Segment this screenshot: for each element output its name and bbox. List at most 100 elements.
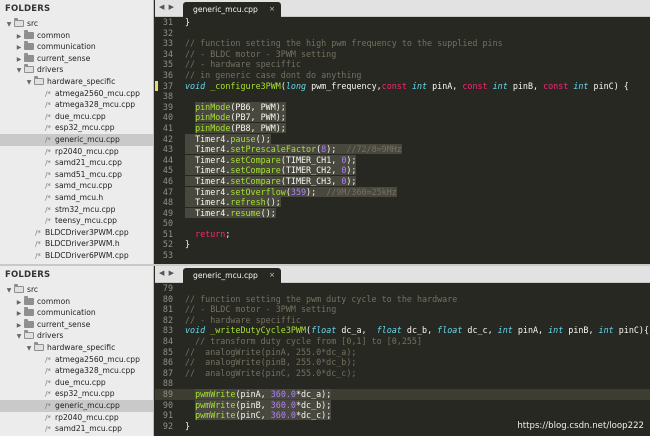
tree-item[interactable]: ▶ current_sense <box>0 52 153 65</box>
code-area-top[interactable]: 31} 32 33// function setting the high pwm … <box>155 17 650 264</box>
tree-item-label: samd_mcu.cpp <box>55 181 113 191</box>
tree-item[interactable]: /* generic_mcu.cpp <box>0 133 153 146</box>
tree-item-label: src <box>27 19 39 28</box>
tree-item[interactable]: /* samd51_mcu.cpp <box>0 169 153 181</box>
code-line[interactable]: 39 pinMode(PB6, PWM); <box>155 101 650 113</box>
tab-nav-arrows-icon[interactable]: ◀ ▶ <box>159 269 175 277</box>
code-line[interactable]: 81 // - BLDC motor - 3PWM setting <box>155 304 650 315</box>
code-line[interactable]: 38 <box>155 91 650 102</box>
tree-item[interactable]: /* samd21_mcu.cpp <box>0 157 153 169</box>
tree-item[interactable]: ▶ common <box>0 29 153 42</box>
code-line[interactable]: 79 <box>155 283 650 294</box>
tree-item-label: communication <box>37 42 96 52</box>
code-line[interactable]: 41 pinMode(PB8, PWM); <box>155 122 650 134</box>
tree-item[interactable]: /* BLDCDriver3PWM.h <box>0 238 153 250</box>
code-line[interactable]: 31} <box>155 17 650 28</box>
code-line[interactable]: 87 // analogWrite(pinC, 255.0*dc_c); <box>155 368 650 379</box>
tree-item[interactable]: ▶ communication <box>0 307 153 319</box>
tree-item[interactable]: ▼ src <box>0 18 153 30</box>
tree-item-label: samd_mcu.h <box>55 192 104 202</box>
code-token: pinC){ <box>613 325 649 336</box>
code-token: Timer4. <box>185 186 231 197</box>
code-token: ); <box>326 144 347 155</box>
tree-item-label: hardware_specific <box>47 342 116 352</box>
tree-item[interactable]: /* stm32_mcu.cpp <box>0 204 153 216</box>
code-line[interactable]: 88 <box>155 378 650 389</box>
code-token: const <box>462 80 488 91</box>
code-line[interactable]: 89 pwmWrite(pinA, 360.0*dc_a); <box>155 388 650 400</box>
code-line[interactable]: 44 Timer4.setCompare(TIMER_CH1, 0); <box>155 154 650 166</box>
code-line[interactable]: 83 void _writeDutyCycle3PWM(float dc_a, f… <box>155 325 650 336</box>
tree-item-label: teensy_mcu.cpp <box>55 216 117 226</box>
folder-icon <box>14 18 24 27</box>
code-line[interactable]: 48 Timer4.refresh(); <box>155 197 650 208</box>
folder-icon <box>14 284 24 293</box>
code-line[interactable]: 40 pinMode(PB7, PWM); <box>155 112 650 123</box>
code-token: long <box>285 80 307 91</box>
tree-item[interactable]: /* BLDCDriver6PWM.cpp <box>0 250 153 262</box>
code-line[interactable]: 86 // analogWrite(pinB, 255.0*dc_b); <box>155 357 650 368</box>
tree-item[interactable]: /* samd21_mcu.cpp <box>0 423 153 435</box>
code-line[interactable]: 46 Timer4.setCompare(TIMER_CH3, 0); <box>155 175 650 187</box>
code-line[interactable]: 36 // in generic case dont do anything <box>155 70 650 81</box>
tree-item[interactable]: /* atmega328_mcu.cpp <box>0 365 153 377</box>
line-number: 39 <box>162 101 173 112</box>
tree-item[interactable]: /* due_mcu.cpp <box>0 377 153 389</box>
close-icon[interactable]: × <box>269 2 275 17</box>
code-line[interactable]: 33 // function setting the high pwm frequ… <box>155 38 650 49</box>
code-line[interactable]: 52} <box>155 239 650 250</box>
code-line[interactable]: 51 return; <box>155 229 650 240</box>
tree-item[interactable]: /* atmega328_mcu.cpp <box>0 99 153 111</box>
tab-generic-mcu-bottom[interactable]: generic_mcu.cpp × <box>183 268 281 283</box>
tree-item[interactable]: ▼ drivers <box>0 64 153 76</box>
tree-item[interactable]: /* samd_mcu.cpp <box>0 180 153 192</box>
tree-item-label: hardware_specific <box>47 76 116 86</box>
tree-item[interactable]: /* esp32_mcu.cpp <box>0 122 153 134</box>
code-line[interactable]: 37 void _configure3PWM(long pwm_frequency… <box>155 80 650 92</box>
tree-item[interactable]: /* samd_mcu.h <box>0 192 153 204</box>
code-line[interactable]: 91 pwmWrite(pinC, 360.0*dc_c); <box>155 410 650 421</box>
tab-bar-top: ◀ ▶ generic_mcu.cpp × <box>155 0 650 17</box>
code-token: } <box>185 17 191 27</box>
tree-item[interactable]: /* generic_mcu.cpp <box>0 399 153 412</box>
tree-item[interactable]: /* teensy_mcu.cpp <box>0 215 153 227</box>
code-token: refresh <box>230 197 266 208</box>
tree-item[interactable]: ▼ drivers <box>0 330 153 342</box>
code-line[interactable]: 85 // analogWrite(pinA, 255.0*dc_a); <box>155 347 650 358</box>
code-line[interactable]: 45 Timer4.setCompare(TIMER_CH2, 0); <box>155 165 650 176</box>
tree-item[interactable]: /* due_mcu.cpp <box>0 111 153 123</box>
tree-item[interactable]: ▶ communication <box>0 41 153 53</box>
tree-item[interactable]: ▼ hardware_specific <box>0 75 153 88</box>
tree-item[interactable]: /* esp32_mcu.cpp <box>0 388 153 400</box>
tree-item[interactable]: /* atmega2560_mcu.cpp <box>0 354 153 366</box>
tab-generic-mcu-top[interactable]: generic_mcu.cpp × <box>183 2 281 17</box>
tree-item[interactable]: /* rp2040_mcu.cpp <box>0 146 153 158</box>
code-line[interactable]: 50 <box>155 218 650 229</box>
code-line[interactable]: 47 Timer4.setOverflow(359); //9M/360=25k… <box>155 186 650 198</box>
tab-nav-arrows-icon[interactable]: ◀ ▶ <box>159 3 175 11</box>
tree-item[interactable]: ▼ hardware_specific <box>0 341 153 354</box>
tree-item[interactable]: ▶ current_sense <box>0 318 153 331</box>
tree-item[interactable]: ▶ common <box>0 295 153 308</box>
close-icon[interactable]: × <box>269 268 275 283</box>
code-token: // analogWrite(pinB, 255.0*dc_b); <box>185 357 357 368</box>
tree-item[interactable]: /* rp2040_mcu.cpp <box>0 412 153 424</box>
code-line[interactable]: 82 // - hardware speciffic <box>155 315 650 326</box>
code-line[interactable]: 32 <box>155 28 650 39</box>
tree-item[interactable]: /* atmega2560_mcu.cpp <box>0 88 153 100</box>
code-line[interactable]: 43 Timer4.setPrescaleFactor(8); //72/8=9… <box>155 144 650 155</box>
code-area-bottom[interactable]: 79 80 // function setting the pwm duty cyc… <box>155 283 650 436</box>
code-line[interactable]: 53 <box>155 250 650 261</box>
line-number: 52 <box>162 239 173 250</box>
code-token: 360.0 <box>270 399 296 410</box>
tree-item[interactable]: /* BLDCDriver3PWM.cpp <box>0 227 153 239</box>
tree-item[interactable]: ▼ src <box>0 284 153 296</box>
code-line[interactable]: 42 Timer4.pause(); <box>155 133 650 145</box>
code-line[interactable]: 80 // function setting the pwm duty cycle… <box>155 294 650 305</box>
code-line[interactable]: 35 // - hardware speciffic <box>155 59 650 70</box>
code-line[interactable]: 90 pwmWrite(pinB, 360.0*dc_b); <box>155 399 650 411</box>
code-line[interactable]: 49 Timer4.resume(); <box>155 207 650 219</box>
code-line[interactable]: 84 // transform duty cycle from [0,1] to… <box>155 336 650 347</box>
code-line[interactable]: 34 // - BLDC motor - 3PWM setting <box>155 49 650 60</box>
folder-icon <box>24 307 34 317</box>
